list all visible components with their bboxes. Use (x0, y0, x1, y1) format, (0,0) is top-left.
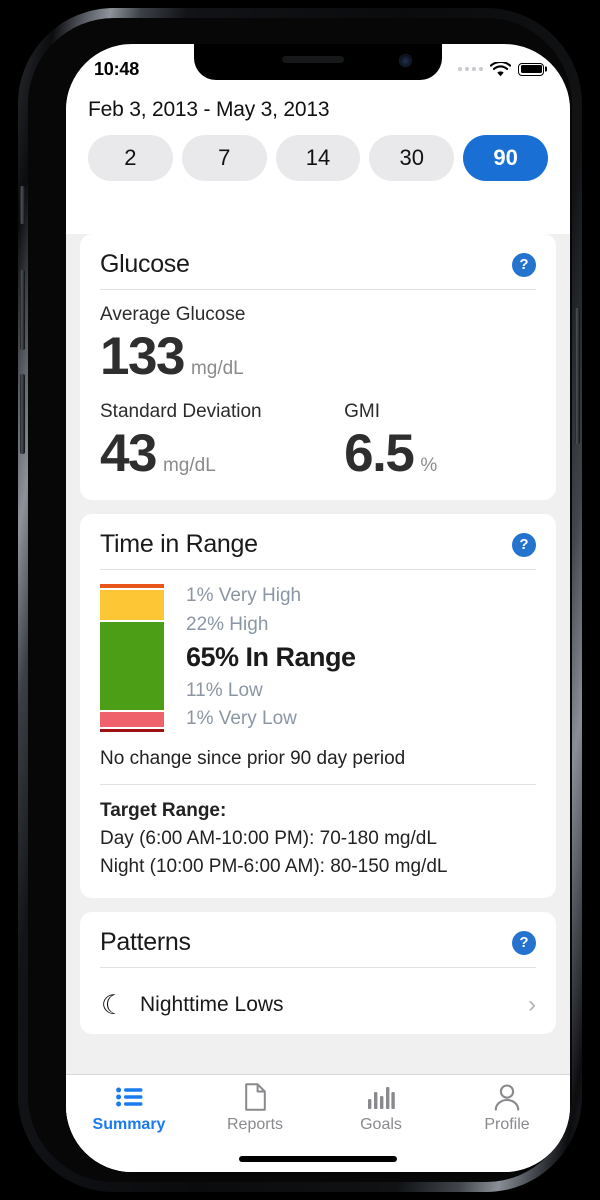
tab-summary[interactable]: Summary (66, 1083, 192, 1134)
standard-deviation-value: 43 mg/dL (100, 425, 344, 482)
bar-segment-high (100, 590, 164, 621)
wifi-icon (490, 61, 511, 76)
tab-label-summary: Summary (92, 1116, 166, 1133)
standard-deviation-label: Standard Deviation (100, 401, 262, 423)
status-indicators (457, 61, 547, 77)
bar-segment-in-range (100, 622, 164, 711)
time-in-range-change-note: No change since prior 90 day period (100, 748, 536, 786)
power-button[interactable] (575, 308, 580, 444)
volume-down-button[interactable] (20, 374, 25, 454)
time-in-range-card-header: Time in Range ? (100, 530, 536, 569)
time-in-range-card: Time in Range ? 1% Very High 22% High 65… (80, 514, 556, 899)
phone-screen: 10:48 Feb 3, 2013 - May 3, 2013 2 7 14 3… (66, 44, 570, 1172)
glucose-divider (100, 289, 536, 290)
gmi-value: 6.5 % (344, 425, 536, 482)
glucose-card-header: Glucose ? (100, 250, 536, 289)
patterns-divider (100, 967, 536, 969)
scroll-content[interactable]: Glucose ? Average Glucose 133 mg/dL Stan… (66, 234, 570, 1172)
mute-switch[interactable] (20, 186, 25, 224)
time-in-range-help-icon[interactable]: ? (512, 532, 536, 557)
earpiece-speaker (282, 56, 345, 63)
chevron-right-icon: › (528, 991, 536, 1019)
target-range-night: Night (10:00 PM-6:00 AM): 80-150 mg/dL (100, 855, 448, 877)
gmi-unit: % (420, 455, 438, 477)
average-glucose-value: 133 mg/dL (100, 328, 536, 385)
time-in-range-stacked-bar (100, 584, 164, 733)
patterns-help-icon[interactable]: ? (512, 930, 536, 955)
phone-frame: 10:48 Feb 3, 2013 - May 3, 2013 2 7 14 3… (18, 8, 582, 1192)
target-range-title: Target Range: (100, 800, 227, 822)
person-icon (494, 1083, 520, 1111)
range-pill-7[interactable]: 7 (181, 135, 267, 181)
legend-very-low: 1% Very Low (186, 708, 297, 730)
signal-dots-icon (457, 66, 483, 72)
legend-in-range: 65% In Range (186, 642, 356, 673)
document-icon (244, 1083, 267, 1111)
glucose-secondary-metrics: Standard Deviation 43 mg/dL GMI 6.5 % (100, 401, 536, 482)
battery-full-icon (518, 62, 547, 76)
patterns-card-header: Patterns ? (100, 928, 536, 967)
notch (194, 44, 442, 80)
glucose-help-icon[interactable]: ? (512, 252, 536, 277)
tab-label-profile: Profile (484, 1116, 530, 1133)
tab-goals[interactable]: Goals (318, 1083, 444, 1134)
range-pill-30[interactable]: 30 (369, 135, 455, 181)
pattern-name: Nighttime Lows (140, 993, 284, 1017)
bar-segment-very-high (100, 584, 164, 589)
bar-segment-low (100, 712, 164, 727)
average-glucose-block: Average Glucose 133 mg/dL (100, 304, 536, 385)
time-in-range-body: 1% Very High 22% High 65% In Range 11% L… (100, 584, 536, 733)
tab-profile[interactable]: Profile (444, 1083, 570, 1134)
gmi-block: GMI 6.5 % (344, 401, 536, 482)
range-pill-group: 2 7 14 30 90 (88, 135, 548, 181)
bar-chart-icon (367, 1083, 395, 1111)
tab-reports[interactable]: Reports (192, 1083, 318, 1134)
glucose-card: Glucose ? Average Glucose 133 mg/dL Stan… (80, 234, 556, 501)
patterns-card: Patterns ? ☾ Nighttime Lows › (80, 912, 556, 1035)
target-range-block: Target Range: Day (6:00 AM-10:00 PM): 70… (100, 797, 536, 880)
range-pill-2[interactable]: 2 (88, 135, 173, 181)
target-range-day: Day (6:00 AM-10:00 PM): 70-180 mg/dL (100, 828, 437, 850)
legend-low: 11% Low (186, 679, 263, 701)
time-in-range-legend: 1% Very High 22% High 65% In Range 11% L… (186, 584, 536, 732)
front-camera (399, 54, 412, 67)
tab-label-reports: Reports (226, 1116, 284, 1133)
standard-deviation-block: Standard Deviation 43 mg/dL (100, 401, 344, 482)
range-pill-90[interactable]: 90 (463, 135, 548, 181)
volume-up-button[interactable] (20, 270, 25, 350)
home-indicator[interactable] (239, 1156, 397, 1162)
time-in-range-divider (100, 569, 536, 571)
standard-deviation-number: 43 (100, 424, 157, 484)
date-range-label: Feb 3, 2013 - May 3, 2013 (88, 98, 330, 121)
status-time: 10:48 (94, 58, 140, 79)
glucose-card-title: Glucose (100, 250, 190, 278)
patterns-card-title: Patterns (100, 928, 191, 957)
list-icon (115, 1083, 143, 1111)
header: Feb 3, 2013 - May 3, 2013 2 7 14 30 90 (66, 88, 570, 195)
average-glucose-number: 133 (100, 327, 185, 386)
legend-very-high: 1% Very High (186, 585, 302, 607)
bar-segment-very-low (100, 728, 164, 733)
gmi-number: 6.5 (344, 424, 415, 484)
pattern-row-nighttime-lows[interactable]: ☾ Nighttime Lows › (100, 982, 536, 1034)
moon-icon: ☾ (100, 989, 126, 1020)
tab-label-goals: Goals (360, 1116, 402, 1133)
time-in-range-card-title: Time in Range (100, 530, 258, 559)
average-glucose-unit: mg/dL (190, 358, 244, 379)
legend-high: 22% High (186, 613, 269, 635)
gmi-label: GMI (344, 401, 381, 423)
range-pill-14[interactable]: 14 (275, 135, 361, 181)
average-glucose-label: Average Glucose (100, 304, 246, 325)
standard-deviation-unit: mg/dL (162, 455, 216, 477)
